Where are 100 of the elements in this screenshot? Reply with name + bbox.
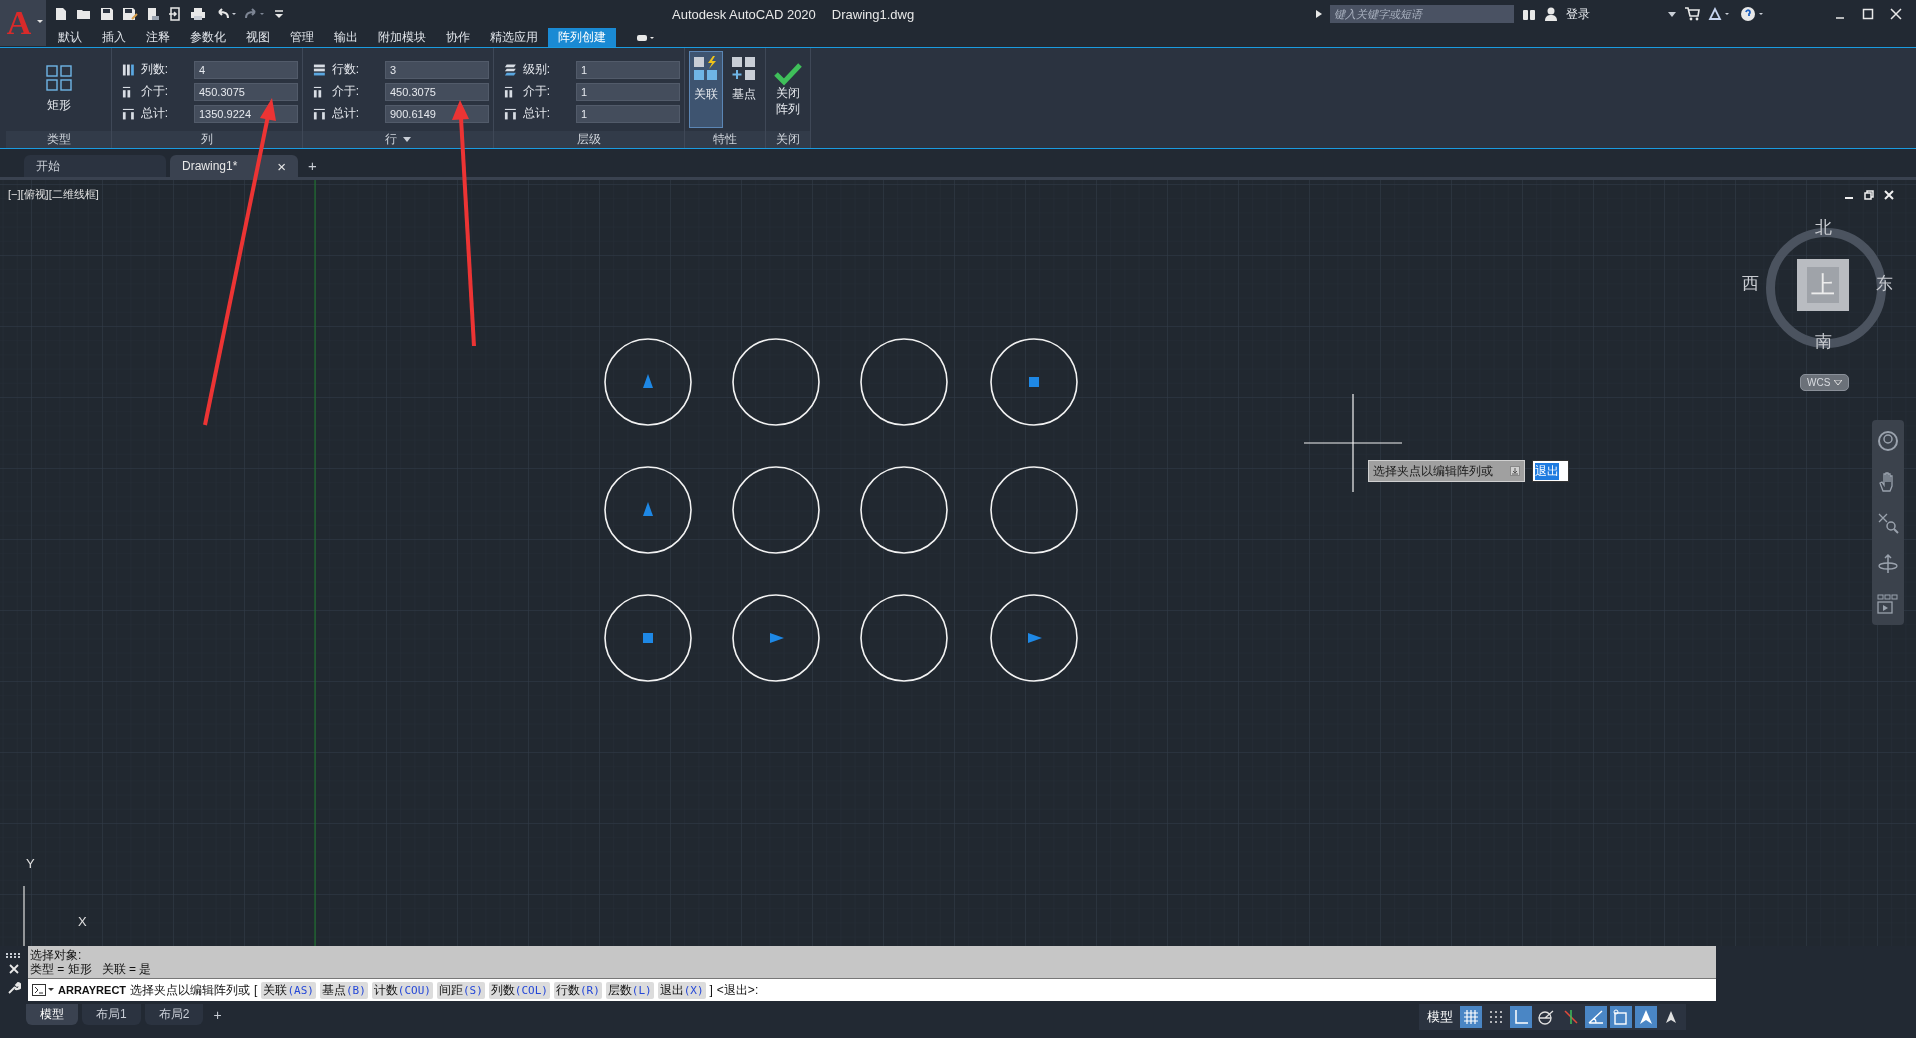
user-icon[interactable] xyxy=(1544,7,1558,21)
command-option[interactable]: 间距(S) xyxy=(436,981,485,999)
terminal-icon[interactable] xyxy=(32,984,54,996)
close-tab-button[interactable]: × xyxy=(277,157,286,175)
document-icon[interactable] xyxy=(146,7,160,21)
tab-label[interactable]: 开始 xyxy=(36,157,60,175)
value-field[interactable]: 1 xyxy=(576,82,680,101)
value-field[interactable]: 1350.9224 xyxy=(194,104,298,123)
grid-toggle-icon[interactable] xyxy=(1460,1006,1482,1028)
layout-tab[interactable]: 布局1 xyxy=(82,1004,141,1025)
model-space-button[interactable]: 模型 xyxy=(1423,1006,1457,1028)
new-file-icon[interactable] xyxy=(54,7,68,21)
dynucs-toggle-icon[interactable] xyxy=(1610,1006,1632,1028)
show-motion-icon[interactable] xyxy=(1877,593,1899,616)
ribbon-tab[interactable]: 插入 xyxy=(92,28,136,47)
command-option[interactable]: 列数(COL) xyxy=(488,981,550,999)
value-field[interactable]: 900.6149 xyxy=(385,104,489,123)
wcs-menu-button[interactable]: WCS xyxy=(1800,374,1850,391)
cart-icon[interactable] xyxy=(1684,7,1700,21)
compass-direction[interactable]: 南 xyxy=(1815,330,1832,353)
layers-icon xyxy=(504,62,517,77)
ribbon-tab[interactable]: 输出 xyxy=(324,28,368,47)
field-label: 列数: xyxy=(140,61,170,78)
panel-toggle-icon[interactable] xyxy=(636,32,656,43)
compass-direction[interactable]: 北 xyxy=(1815,216,1832,239)
close-icon[interactable] xyxy=(1890,8,1902,20)
help-icon[interactable] xyxy=(1740,6,1766,22)
dynamic-input-field[interactable]: 退出 xyxy=(1532,460,1569,482)
tab-label[interactable]: Drawing1* xyxy=(182,159,238,173)
new-tab-button[interactable]: + xyxy=(302,157,323,177)
layout-tab[interactable]: 模型 xyxy=(26,1004,78,1025)
expand-icon[interactable] xyxy=(1316,10,1322,18)
zoom-icon[interactable] xyxy=(1877,511,1899,534)
drawing-canvas[interactable]: [−][俯视][二维线框] Y X 北 西 上 东 南 WCS 选择夹点以编辑阵列或 退出 xyxy=(0,180,1916,946)
search-field[interactable]: 键入关键字或短语 xyxy=(1330,5,1514,23)
panel-title[interactable]: 层级 xyxy=(494,131,684,148)
rectangular-array-button[interactable]: 矩形 xyxy=(39,64,78,115)
binoculars-icon[interactable] xyxy=(1522,7,1536,21)
grid-squares-icon xyxy=(45,65,72,91)
redo-icon[interactable] xyxy=(244,7,266,21)
command-option[interactable]: 层数(L) xyxy=(605,981,654,999)
ribbon-tab[interactable]: 精选应用 xyxy=(480,28,548,47)
layout-tab[interactable]: 布局2 xyxy=(144,1004,204,1025)
command-option[interactable]: 行数(R) xyxy=(553,981,602,999)
value-field[interactable]: 450.3075 xyxy=(194,82,298,101)
grip-icon[interactable] xyxy=(6,953,22,959)
command-option[interactable]: 退出(X) xyxy=(657,981,706,999)
base-point-button[interactable]: 基点 xyxy=(727,51,761,128)
restore-icon[interactable] xyxy=(1864,190,1874,200)
customize-menu-icon[interactable] xyxy=(274,9,284,19)
ribbon-tab[interactable]: 协作 xyxy=(436,28,480,47)
close-icon[interactable] xyxy=(1884,190,1894,200)
ribbon-tab[interactable]: 附加模块 xyxy=(368,28,436,47)
compass-direction[interactable]: 东 xyxy=(1876,272,1893,295)
ribbon-tab[interactable]: 视图 xyxy=(236,28,280,47)
ribbon-tab[interactable]: 默认 xyxy=(48,28,92,47)
print-icon[interactable] xyxy=(190,7,206,21)
ribbon-tab[interactable]: 管理 xyxy=(280,28,324,47)
isodraft-toggle-icon[interactable] xyxy=(1585,1006,1607,1028)
value-field[interactable]: 450.3075 xyxy=(385,82,489,101)
save-as-icon[interactable] xyxy=(122,7,138,21)
wrench-icon[interactable] xyxy=(7,980,21,995)
ribbon-tab[interactable]: 阵列创建 xyxy=(548,28,616,47)
lightning-grid-icon xyxy=(693,56,719,82)
import-icon[interactable] xyxy=(168,7,182,21)
panel-title[interactable]: 行 xyxy=(303,131,493,148)
add-layout-button[interactable]: + xyxy=(207,1006,228,1023)
compass-direction[interactable]: 西 xyxy=(1742,272,1759,295)
panel-title[interactable]: 列 xyxy=(112,131,302,148)
command-option[interactable]: 基点(B) xyxy=(319,981,368,999)
maximize-icon[interactable] xyxy=(1862,8,1874,20)
command-name: ARRAYRECT xyxy=(58,984,127,996)
close-icon[interactable] xyxy=(9,964,19,975)
triangle-network-icon[interactable] xyxy=(1708,7,1732,21)
document-tab[interactable]: 开始 xyxy=(24,155,166,177)
caret-icon[interactable] xyxy=(403,137,411,142)
ribbon-tab[interactable]: 参数化 xyxy=(180,28,236,47)
close-array-button[interactable]: 关闭 阵列 xyxy=(774,61,802,118)
value-field[interactable]: 3 xyxy=(385,60,489,79)
base-point-grid-icon xyxy=(731,56,757,82)
command-option[interactable]: 关联(AS) xyxy=(261,981,316,999)
value-field[interactable]: 1 xyxy=(576,104,680,123)
field-label: 介于: xyxy=(140,83,170,100)
caret-icon[interactable] xyxy=(1668,11,1676,17)
associative-button[interactable]: 关联 xyxy=(689,51,723,128)
viewport-controls-label[interactable]: [−][俯视][二维线框] xyxy=(8,187,99,202)
axis-label: Y xyxy=(26,856,35,871)
steering-wheel-icon[interactable] xyxy=(1877,429,1899,452)
sign-in-link[interactable]: 登录 xyxy=(1566,5,1590,23)
command-option[interactable]: 计数(COU) xyxy=(371,981,433,999)
value-field[interactable]: 4 xyxy=(194,60,298,79)
folder-icon[interactable] xyxy=(76,7,92,21)
orbit-icon[interactable] xyxy=(1877,552,1899,575)
save-icon[interactable] xyxy=(100,7,114,21)
options-icon[interactable] xyxy=(1510,466,1520,476)
annotation-toggle-icon[interactable] xyxy=(1635,1006,1657,1028)
ribbon-tab[interactable]: 注释 xyxy=(136,28,180,47)
document-tab[interactable]: Drawing1* × xyxy=(170,155,298,177)
ortho-toggle-icon[interactable] xyxy=(1510,1006,1532,1028)
value-field[interactable]: 1 xyxy=(576,60,680,79)
